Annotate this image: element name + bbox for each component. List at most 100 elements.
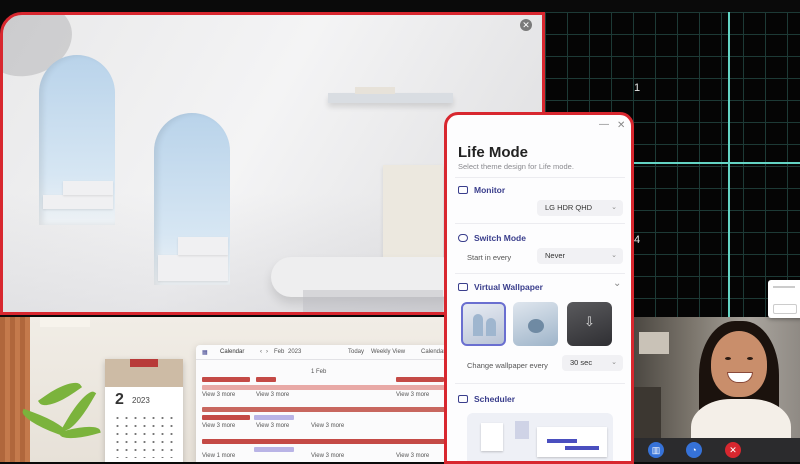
event-bar[interactable] [202, 385, 445, 390]
view-select[interactable]: Weekly View [371, 349, 405, 355]
wallpaper-interval-select[interactable]: 30 sec ⌄ [562, 355, 623, 371]
event-bar[interactable] [202, 407, 445, 412]
desk-calendar-tab [130, 359, 158, 367]
event-bar[interactable] [202, 415, 250, 420]
call-controls: ▥ ◔ ✕ [633, 438, 800, 462]
switch-mode-value: Never [545, 251, 566, 260]
panel-subtitle: Select theme design for Life mode. [458, 162, 574, 171]
minimize-icon[interactable]: — [599, 119, 609, 130]
start-in-every-label: Start in every [467, 253, 512, 262]
more-events-link[interactable]: View 3 more [256, 392, 289, 398]
event-bar[interactable] [202, 439, 445, 444]
more-events-link[interactable]: View 3 more [202, 392, 235, 398]
step [63, 181, 113, 195]
more-events-link[interactable]: View 3 more [202, 423, 235, 429]
monitor-label: Monitor [474, 185, 506, 195]
desk-calendar: 2 2023 [105, 359, 183, 462]
notification-popup[interactable] [768, 280, 800, 318]
next-month-icon[interactable]: › [266, 349, 268, 355]
scheduler-event [565, 446, 599, 450]
chevron-down-icon: ⌄ [611, 252, 617, 259]
step [43, 195, 113, 209]
participant-eye [747, 357, 753, 360]
step [158, 255, 228, 281]
chevron-down-icon[interactable]: ⌄ [613, 278, 621, 289]
calendar-year: 2023 [288, 349, 302, 355]
virtual-wallpaper-label: Virtual Wallpaper [474, 282, 543, 292]
today-button[interactable]: Today [348, 349, 364, 355]
hangup-button[interactable]: ✕ [725, 442, 741, 458]
divider [455, 383, 625, 384]
close-icon[interactable]: ✕ [520, 19, 532, 31]
wallpaper-thumbnail-room[interactable] [513, 302, 558, 346]
switch-mode-select[interactable]: Never ⌄ [537, 248, 623, 264]
more-events-link[interactable]: View 3 more [396, 453, 429, 459]
event-bar[interactable] [254, 447, 294, 452]
calendar-title-right: Calendar [421, 349, 445, 355]
thumbnail-object [528, 319, 544, 333]
calendar-month: Feb [274, 349, 285, 355]
desk-scene: 2 2023 ▦ Calendar ‹ › Feb 2023 Today Wee… [0, 317, 445, 462]
event-bar[interactable] [202, 377, 250, 382]
grid-zone-label: 4 [634, 234, 641, 246]
shelf-book [355, 87, 395, 94]
scheduler-event [547, 439, 577, 443]
wall-frame [383, 165, 443, 265]
wood-panel [0, 317, 30, 462]
background-shelf [639, 332, 669, 354]
monitor-select[interactable]: LG HDR QHD ⌄ [537, 200, 623, 216]
wallpaper-thumbnail-download[interactable]: ⇩ [567, 302, 612, 346]
life-mode-panel: — ✕ Life Mode Select theme design for Li… [444, 112, 634, 464]
participant-face [711, 331, 767, 397]
grid-zone-label: 1 [634, 82, 641, 94]
desk-calendar-day: 2 [115, 391, 124, 408]
wallpaper-interval-value: 30 sec [570, 358, 593, 367]
switch-icon [458, 234, 468, 242]
notification-text [773, 286, 795, 288]
chat-button[interactable]: ◔ [686, 442, 702, 458]
thumbnail-arch [473, 314, 483, 336]
wallpaper-icon [458, 283, 468, 291]
scheduler-phone [515, 421, 529, 439]
monitor-value: LG HDR QHD [545, 203, 593, 212]
stats-button[interactable]: ▥ [648, 442, 664, 458]
event-bar[interactable] [254, 415, 294, 420]
step [178, 237, 228, 255]
scheduler-label: Scheduler [474, 394, 516, 404]
date-label: 1 Feb [311, 369, 327, 375]
event-bar[interactable] [256, 377, 276, 382]
notification-button[interactable] [773, 304, 797, 314]
close-icon[interactable]: ✕ [617, 120, 625, 131]
grid-divider-vertical [728, 12, 730, 317]
bench-base [303, 290, 443, 312]
more-events-link[interactable]: View 1 more [202, 453, 235, 459]
more-events-link[interactable]: View 3 more [256, 423, 289, 429]
more-events-link[interactable]: View 3 more [311, 423, 344, 429]
switch-mode-label: Switch Mode [474, 233, 526, 243]
prev-month-icon[interactable]: ‹ [260, 349, 262, 355]
chevron-down-icon: ⌄ [611, 204, 617, 211]
calendar-logo-icon: ▦ [202, 350, 208, 356]
divider [455, 273, 625, 274]
desk-calendar-year: 2023 [132, 396, 150, 405]
divider [455, 177, 625, 178]
thumbnail-arch [486, 318, 496, 336]
download-icon: ⇩ [584, 314, 595, 329]
divider [455, 223, 625, 224]
change-wallpaper-label: Change wallpaper every [467, 361, 548, 370]
wallpaper-thumbnail-arches[interactable] [461, 302, 506, 346]
wall [40, 317, 90, 327]
calendar-icon [458, 395, 468, 403]
panel-title: Life Mode [458, 144, 528, 161]
scheduler-calendar-card [481, 423, 503, 451]
scheduler-preview[interactable] [467, 413, 613, 461]
calendar-title: Calendar [220, 349, 245, 355]
more-events-link[interactable]: View 3 more [311, 453, 344, 459]
monitor-icon [458, 186, 468, 194]
calendar-app-window: ▦ Calendar ‹ › Feb 2023 Today Weekly Vie… [196, 345, 445, 462]
event-bar[interactable] [396, 377, 444, 382]
more-events-link[interactable]: View 3 more [396, 392, 429, 398]
participant-eye [725, 357, 731, 360]
wall-shelf [328, 93, 453, 103]
chevron-down-icon: ⌄ [611, 359, 617, 366]
